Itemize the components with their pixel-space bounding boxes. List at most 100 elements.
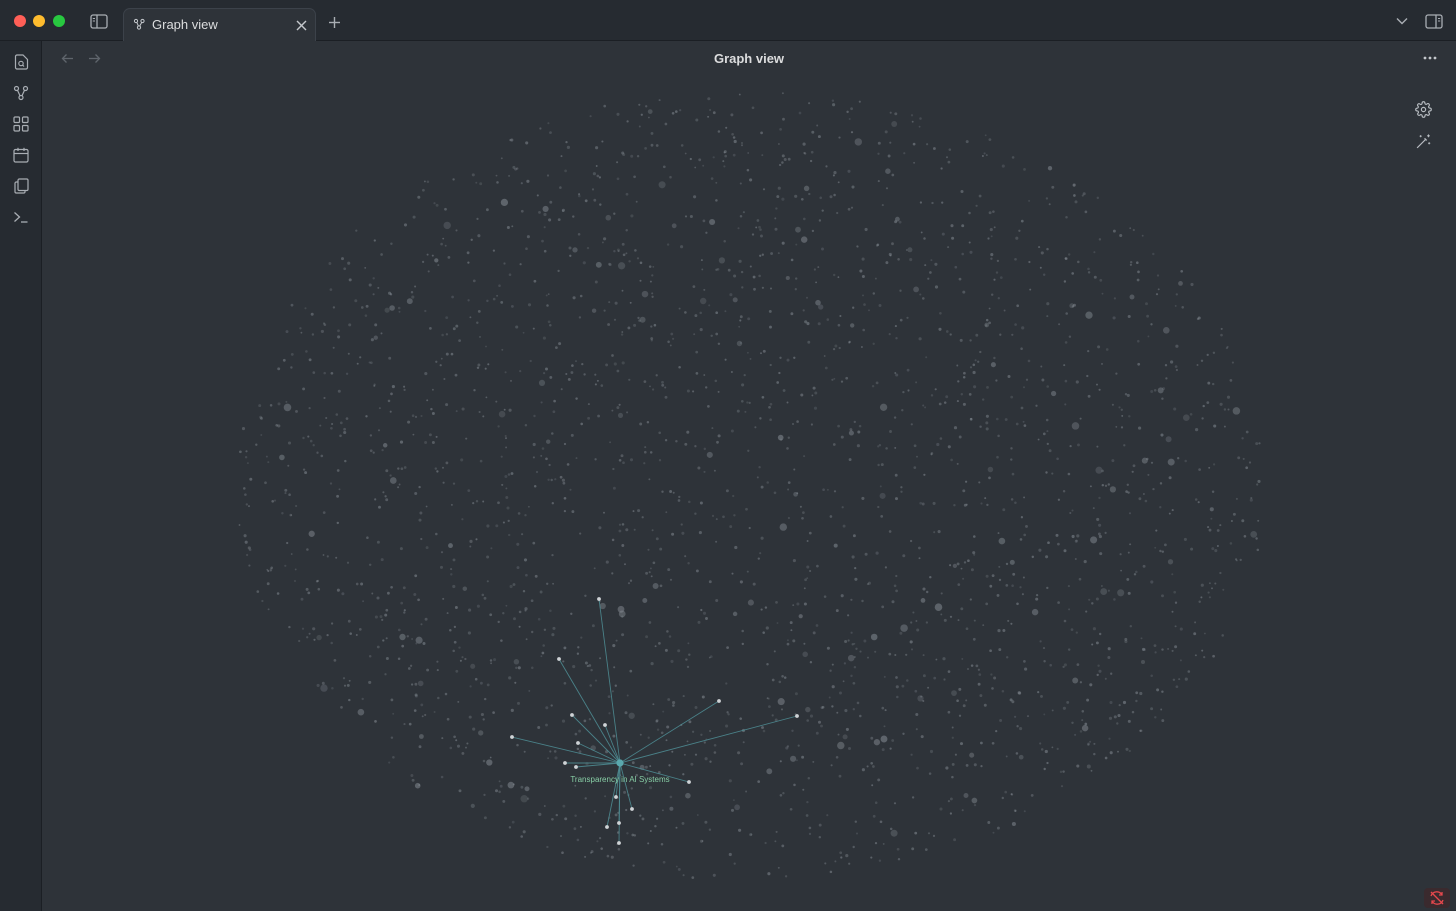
- graph-node: [781, 154, 785, 158]
- graph-node: [1090, 769, 1093, 772]
- graph-node: [1009, 559, 1015, 565]
- graph-node: [941, 201, 944, 204]
- chevron-down-icon[interactable]: [1394, 14, 1410, 28]
- graph-node: [388, 356, 392, 360]
- more-options-icon[interactable]: [1420, 51, 1440, 65]
- graph-settings-button[interactable]: [1412, 98, 1434, 120]
- graph-node: [943, 618, 947, 622]
- graph-node: [823, 595, 827, 598]
- graph-node: [1179, 659, 1182, 662]
- graph-node: [715, 540, 718, 543]
- graph-node: [650, 143, 654, 147]
- graph-node: [636, 155, 640, 158]
- graph-node: [418, 745, 422, 749]
- graph-node: [732, 153, 736, 157]
- graph-node: [1075, 539, 1078, 543]
- graph-node: [512, 583, 516, 586]
- graph-node: [446, 717, 450, 721]
- graph-node: [680, 523, 683, 526]
- graph-node: [1070, 628, 1074, 631]
- graph-node: [580, 422, 583, 426]
- window-minimize-button[interactable]: [33, 15, 45, 27]
- dashboard-icon[interactable]: [11, 114, 31, 134]
- graph-node: [644, 147, 647, 150]
- graph-node: [523, 558, 528, 562]
- graph-node: [958, 714, 962, 717]
- graph-node: [1020, 516, 1024, 519]
- graph-node: [863, 639, 867, 643]
- graph-node: [761, 154, 764, 157]
- files-icon[interactable]: [11, 176, 31, 196]
- graph-node: [595, 165, 598, 167]
- graph-node: [668, 635, 672, 638]
- window-close-button[interactable]: [14, 15, 26, 27]
- graph-node: [1245, 466, 1249, 470]
- graph-node: [465, 437, 468, 440]
- graph-node: [925, 356, 928, 359]
- graph-node: [713, 469, 716, 472]
- graph-canvas[interactable]: Transparency in AI Systems: [42, 75, 1456, 911]
- graph-node: [625, 192, 629, 196]
- graph-node: [766, 768, 773, 775]
- graph-node: [1087, 267, 1090, 271]
- graph-node: [715, 311, 719, 315]
- graph-node: [1076, 764, 1080, 768]
- sync-status-button[interactable]: [1424, 888, 1450, 908]
- window-maximize-button[interactable]: [53, 15, 65, 27]
- graph-node: [1040, 748, 1044, 751]
- graph-node: [661, 490, 664, 493]
- graph-node: [702, 219, 706, 223]
- graph-node: [547, 757, 550, 760]
- graph-node: [659, 547, 663, 551]
- graph-node: [545, 367, 548, 371]
- graph-node: [248, 548, 252, 552]
- graph-node: [1067, 253, 1071, 256]
- graph-node: [731, 132, 734, 136]
- graph-node: [882, 842, 885, 845]
- graph-node: [1010, 622, 1013, 625]
- graph-node: [751, 233, 755, 236]
- graph-node: [1239, 558, 1242, 562]
- calendar-icon[interactable]: [11, 145, 31, 165]
- graph-node: [732, 799, 735, 802]
- graph-icon[interactable]: [11, 83, 31, 103]
- right-sidebar-toggle-icon[interactable]: [1423, 11, 1445, 31]
- graph-node: [466, 742, 469, 745]
- graph-node: [845, 854, 849, 858]
- graph-node: [639, 422, 643, 426]
- highlighted-node[interactable]: [616, 759, 624, 767]
- tab-graph-view[interactable]: Graph view: [123, 8, 316, 41]
- graph-node: [866, 765, 869, 768]
- graph-node: [739, 315, 743, 319]
- animate-button[interactable]: [1412, 130, 1434, 152]
- new-tab-button[interactable]: [325, 13, 343, 31]
- graph-node: [771, 714, 774, 717]
- graph-node: [677, 606, 680, 609]
- graph-node: [739, 214, 743, 218]
- graph-node: [963, 371, 966, 375]
- graph-node: [1023, 533, 1027, 537]
- graph-node: [482, 500, 485, 503]
- graph-node: [1077, 260, 1080, 264]
- sidebar-toggle-icon[interactable]: [88, 11, 110, 31]
- graph-node: [486, 208, 489, 212]
- graph-node: [486, 299, 489, 303]
- graph-node: [787, 157, 791, 161]
- graph-node: [1167, 458, 1175, 466]
- graph-node: [1077, 443, 1080, 447]
- graph-node: [1002, 508, 1006, 512]
- graph-node: [797, 744, 800, 747]
- graph-node: [388, 761, 391, 764]
- graph-node: [413, 709, 417, 712]
- close-icon[interactable]: [294, 18, 308, 32]
- terminal-icon[interactable]: [11, 207, 31, 227]
- graph-node: [514, 167, 518, 171]
- graph-node: [424, 713, 427, 717]
- tab-label: Graph view: [152, 17, 218, 32]
- graph-node: [1184, 677, 1188, 681]
- graph-node: [790, 258, 794, 262]
- graph-node: [538, 211, 541, 214]
- file-search-icon[interactable]: [11, 52, 31, 72]
- graph-node: [1196, 317, 1199, 321]
- graph-node: [443, 377, 446, 381]
